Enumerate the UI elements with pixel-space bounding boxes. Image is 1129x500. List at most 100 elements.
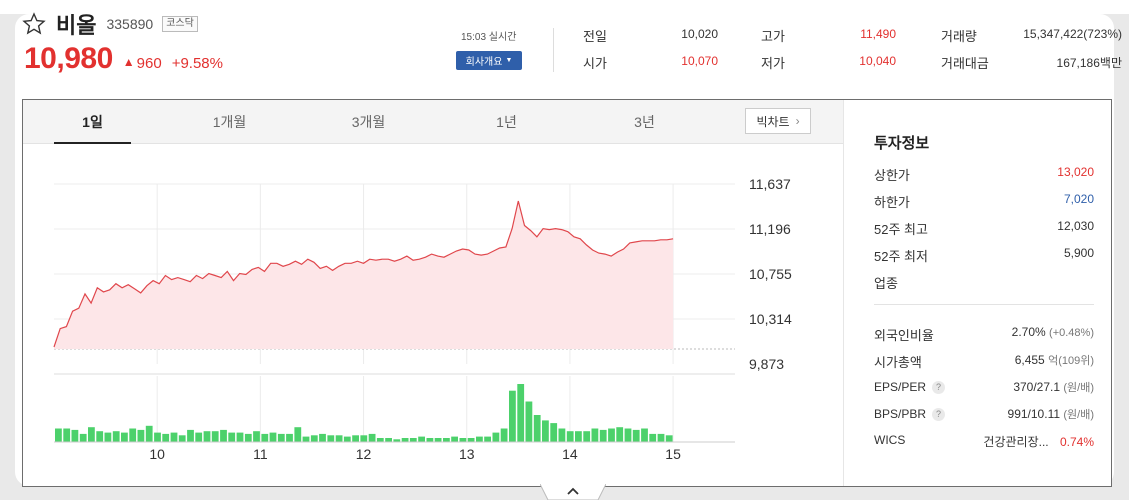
x-tick-label: 12 [356, 446, 372, 462]
52week-high-label: 52주 최고 [874, 222, 928, 237]
volume-bar [236, 432, 244, 442]
volume-bar [509, 390, 516, 442]
y-tick-label: 10,314 [749, 311, 792, 327]
volume-bar [162, 433, 170, 442]
volume-bar [286, 433, 293, 442]
market-cap-rank: 억(109위) [1048, 355, 1094, 367]
volume-bar [484, 436, 491, 442]
foreign-ratio-row: 외국인비율 2.70% (+0.48%) [874, 325, 1094, 344]
volume-bar [310, 435, 318, 442]
open-value: 10,070 [681, 54, 718, 68]
volume-bar [418, 436, 425, 442]
current-price: 10,980 [24, 42, 113, 75]
volume-bar [558, 428, 566, 442]
open-label: 시가 [583, 56, 607, 71]
tab-1month[interactable]: 1개월 [191, 100, 268, 144]
y-tick-label: 11,637 [749, 176, 791, 192]
volume-bar [649, 433, 657, 442]
eps-per-label: EPS/PER [874, 380, 927, 394]
realtime-label: 15:03 실시간 [461, 32, 517, 43]
tab-1day[interactable]: 1일 [54, 100, 131, 144]
stock-name[interactable]: 비올 [56, 8, 96, 40]
foreign-ratio-values: 2.70% (+0.48%) [1012, 325, 1094, 344]
bps-pbr-label-group: BPS/PBR? [874, 406, 946, 422]
volume-bar [451, 436, 458, 442]
help-icon[interactable]: ? [932, 381, 946, 394]
header-divider [553, 28, 554, 72]
collapse-handle[interactable] [540, 484, 606, 500]
tab-1year[interactable]: 1년 [468, 100, 545, 144]
price-chart[interactable]: 11,637 11,196 10,755 10,314 9,873 10 11 12 13 14 1… [23, 144, 843, 486]
prev-close-value: 10,020 [681, 27, 718, 41]
volume-bar [492, 432, 500, 442]
volume-bar [170, 432, 178, 442]
company-overview-label: 회사개요 [465, 57, 503, 68]
volume-bar [302, 436, 310, 442]
tab-3year[interactable]: 3년 [606, 100, 683, 144]
volume-bar [533, 415, 541, 442]
wics-label: WICS [874, 433, 906, 447]
52week-high-value: 12,030 [1057, 219, 1094, 233]
volume-bar [335, 435, 343, 442]
volume-bar [426, 438, 434, 442]
volume-bar [368, 433, 376, 442]
volume-bar [409, 438, 417, 442]
volume-bar [401, 438, 409, 442]
volume-bar [294, 427, 302, 442]
market-cap-value: 6,455 [1014, 353, 1045, 367]
help-icon[interactable]: ? [932, 408, 946, 421]
volume-bar [277, 433, 285, 442]
bps-pbr-values: 991/10.11 (원/배) [1008, 406, 1094, 422]
eps-per-label-group: EPS/PER? [874, 379, 946, 395]
tab-3month[interactable]: 3개월 [330, 100, 407, 144]
chart-panel: 1일 1개월 3개월 1년 3년 빅차트 › 11,637 11,196 10,75… [22, 99, 1112, 487]
volume-bar [79, 433, 87, 442]
52week-low-label: 52주 최저 [874, 249, 928, 264]
52week-low-row: 52주 최저 5,900 [874, 246, 1094, 265]
volume-bar [88, 427, 95, 442]
upper-limit-value: 13,020 [1057, 165, 1094, 179]
foreign-ratio-change: (+0.48%) [1049, 327, 1094, 339]
volume-bar [657, 433, 665, 442]
company-overview-button[interactable]: 회사개요 ▼ [456, 51, 522, 70]
market-cap-label: 시가총액 [874, 355, 922, 370]
low-label: 저가 [761, 56, 785, 71]
volume-label: 거래량 [941, 29, 977, 44]
market-badge: 코스닥 [162, 16, 198, 32]
caret-down-icon: ▼ [505, 57, 513, 64]
chevron-right-icon: › [795, 114, 800, 128]
bps-pbr-unit: (원/배) [1063, 409, 1094, 421]
foreign-ratio-label: 외국인비율 [874, 328, 934, 343]
upper-limit-row: 상한가 13,020 [874, 165, 1094, 184]
volume-bar [327, 435, 335, 442]
volume-bar [467, 438, 475, 442]
market-cap-values: 6,455 억(109위) [1015, 352, 1094, 371]
lower-limit-row: 하한가 7,020 [874, 192, 1094, 211]
x-tick-label: 11 [253, 446, 268, 462]
volume-bar [261, 433, 269, 442]
high-label: 고가 [761, 29, 785, 44]
volume-bar [195, 432, 203, 442]
favorite-star-icon[interactable] [22, 12, 46, 36]
volume-bar [220, 429, 227, 442]
volume-bar [96, 431, 104, 442]
volume-bar [360, 435, 368, 442]
investment-info: 투자정보 상한가 13,020 하한가 7,020 52주 최고 12,030 … [844, 100, 1111, 486]
bigchart-button[interactable]: 빅차트 › [745, 108, 811, 134]
bps-pbr-row: BPS/PBR? 991/10.11 (원/배) [874, 406, 1094, 422]
wics-rate: 0.74% [1059, 435, 1094, 449]
volume-bar [154, 432, 161, 442]
sector-row: 업종 [874, 273, 1094, 292]
volume-bar [583, 431, 591, 442]
volume-bar [591, 428, 599, 442]
period-tabs: 1일 1개월 3개월 1년 3년 빅차트 › [23, 100, 843, 144]
wics-sector[interactable]: 건강관리장... [983, 435, 1048, 449]
bps-pbr-value: 991/10.11 [1007, 407, 1061, 421]
volume-bar [137, 429, 145, 442]
amount-value: 167,186백만 [1056, 56, 1122, 70]
volume-bar [476, 436, 483, 442]
info-title: 투자정보 [874, 135, 930, 152]
52week-high-row: 52주 최고 12,030 [874, 219, 1094, 238]
change-rate: +9.58% [171, 55, 223, 72]
up-triangle-icon: ▲ [122, 55, 135, 69]
